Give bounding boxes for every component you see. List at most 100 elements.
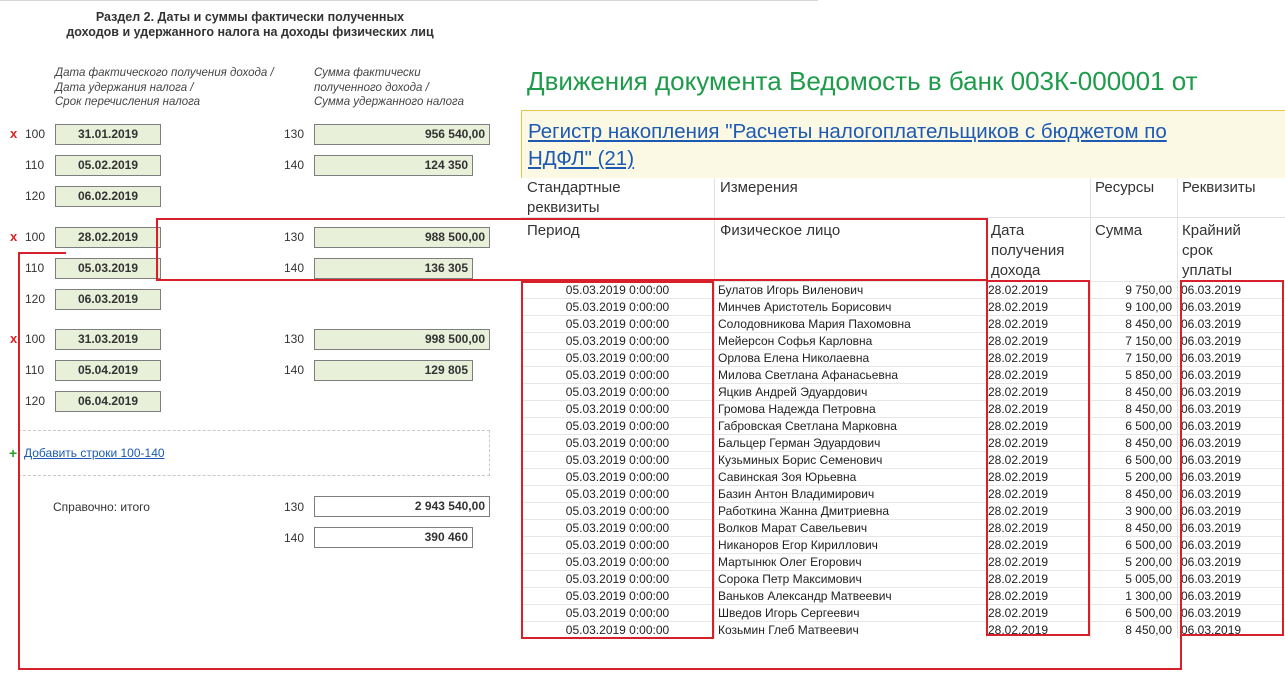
table-row[interactable]: 05.03.2019 0:00:00 Кузьминых Борис Семено…: [521, 451, 1285, 468]
cell-sum: 6 500,00: [1125, 606, 1172, 620]
table-row[interactable]: 05.03.2019 0:00:00 Орлова Елена Николаевн…: [521, 349, 1285, 366]
table-row[interactable]: 05.03.2019 0:00:00 Савинская Зоя Юрьевна 2…: [521, 468, 1285, 485]
register-link-line-2[interactable]: НДФЛ" (21): [528, 147, 634, 170]
tax-withhold-date-field[interactable]: 05.03.2019: [55, 258, 161, 279]
line-code-120: 120: [25, 394, 46, 408]
withheld-tax-sum-field[interactable]: 129 805: [314, 360, 473, 381]
column-header-period[interactable]: Период: [527, 221, 580, 241]
delete-block-2-icon[interactable]: x: [10, 229, 17, 244]
tax-transfer-deadline-field[interactable]: 06.02.2019: [55, 186, 161, 207]
plus-icon[interactable]: +: [9, 445, 17, 461]
table-row[interactable]: 05.03.2019 0:00:00 Габровская Светлана Ма…: [521, 417, 1285, 434]
income-date-field[interactable]: 28.02.2019: [55, 227, 161, 248]
table-row[interactable]: 05.03.2019 0:00:00 Яцкив Андрей Эдуардови…: [521, 383, 1285, 400]
cell-income-date: 28.02.2019: [988, 317, 1049, 331]
table-row[interactable]: 05.03.2019 0:00:00 Бальцер Герман Эдуардо…: [521, 434, 1285, 451]
total-code-140: 140: [284, 531, 305, 545]
cell-due-date: 06.03.2019: [1181, 436, 1242, 450]
cell-period: 05.03.2019 0:00:00: [565, 419, 670, 433]
table-row[interactable]: 05.03.2019 0:00:00 Мартынюк Олег Егорович…: [521, 553, 1285, 570]
cell-sum: 9 750,00: [1125, 283, 1172, 297]
cell-due-date: 06.03.2019: [1181, 419, 1242, 433]
table-row[interactable]: 05.03.2019 0:00:00 Сорока Петр Максимович…: [521, 570, 1285, 587]
column-header-income-date[interactable]: Дата получения дохода: [991, 221, 1064, 281]
highlight-connector: [18, 668, 1182, 670]
highlight-connector: [1180, 636, 1182, 670]
cell-sum: 1 300,00: [1125, 589, 1172, 603]
delete-block-1-icon[interactable]: x: [10, 126, 17, 141]
income-sum-field[interactable]: 956 540,00: [314, 124, 490, 145]
cell-sum: 8 450,00: [1125, 521, 1172, 535]
income-date-field[interactable]: 31.03.2019: [55, 329, 161, 350]
cell-person: Сорока Петр Максимович: [718, 572, 862, 586]
cell-income-date: 28.02.2019: [988, 538, 1049, 552]
cell-period: 05.03.2019 0:00:00: [565, 385, 670, 399]
income-sum-field[interactable]: 988 500,00: [314, 227, 490, 248]
cell-due-date: 06.03.2019: [1181, 521, 1242, 535]
cell-person: Мейерсон Софья Карловна: [718, 334, 873, 348]
cell-period: 05.03.2019 0:00:00: [565, 589, 670, 603]
table-row[interactable]: 05.03.2019 0:00:00 Милова Светлана Афанас…: [521, 366, 1285, 383]
tax-transfer-deadline-field[interactable]: 06.03.2019: [55, 289, 161, 310]
cell-person: Работкина Жанна Дмитриевна: [718, 504, 890, 518]
table-row[interactable]: 05.03.2019 0:00:00 Ваньков Александр Матв…: [521, 587, 1285, 604]
cell-period: 05.03.2019 0:00:00: [565, 487, 670, 501]
table-row[interactable]: 05.03.2019 0:00:00 Мейерсон Софья Карловн…: [521, 332, 1285, 349]
header-text: реквизиты: [527, 199, 600, 216]
column-header-person[interactable]: Физическое лицо: [720, 221, 840, 241]
tax-withhold-date-field[interactable]: 05.04.2019: [55, 360, 161, 381]
table-row[interactable]: 05.03.2019 0:00:00 Работкина Жанна Дмитри…: [521, 502, 1285, 519]
table-row[interactable]: 05.03.2019 0:00:00 Солодовникова Мария Па…: [521, 315, 1285, 332]
table-row[interactable]: 05.03.2019 0:00:00 Козьмин Глеб Матвеевич…: [521, 621, 1285, 638]
line-code-130: 130: [284, 127, 305, 141]
highlight-connector: [18, 252, 66, 254]
column-header-due-date[interactable]: Крайний срок уплаты: [1182, 221, 1241, 281]
top-divider: [0, 0, 818, 1]
register-link-line-1[interactable]: Регистр накопления "Расчеты налогоплател…: [528, 120, 1167, 143]
income-date-field[interactable]: 31.01.2019: [55, 124, 161, 145]
header-text: дохода: [991, 262, 1041, 279]
cell-due-date: 06.03.2019: [1181, 538, 1242, 552]
cell-sum: 6 500,00: [1125, 419, 1172, 433]
table-row[interactable]: 05.03.2019 0:00:00 Булатов Игорь Виленови…: [521, 281, 1285, 298]
cell-person: Бальцер Герман Эдуардович: [718, 436, 881, 450]
column-header-sum[interactable]: Сумма: [1095, 221, 1142, 241]
table-row[interactable]: 05.03.2019 0:00:00 Громова Надежда Петров…: [521, 400, 1285, 417]
cell-due-date: 06.03.2019: [1181, 572, 1242, 586]
cell-person: Габровская Светлана Марковна: [718, 419, 897, 433]
table-row[interactable]: 05.03.2019 0:00:00 Базин Антон Владимиров…: [521, 485, 1285, 502]
cell-due-date: 06.03.2019: [1181, 351, 1242, 365]
cell-period: 05.03.2019 0:00:00: [565, 555, 670, 569]
delete-block-3-icon[interactable]: x: [10, 331, 17, 346]
income-sum-field[interactable]: 998 500,00: [314, 329, 490, 350]
line-code-100: 100: [25, 332, 46, 346]
table-row[interactable]: 05.03.2019 0:00:00 Волков Марат Савельеви…: [521, 519, 1285, 536]
cell-sum: 6 500,00: [1125, 538, 1172, 552]
caption-line: Сумма удержанного налога: [314, 96, 464, 108]
table-row[interactable]: 05.03.2019 0:00:00 Шведов Игорь Сергеевич…: [521, 604, 1285, 621]
cell-income-date: 28.02.2019: [988, 300, 1049, 314]
dates-column-caption: Дата фактического получения дохода / Дат…: [55, 66, 274, 110]
withheld-tax-sum-field[interactable]: 136 305: [314, 258, 473, 279]
header-text: Стандартные: [527, 179, 621, 196]
header-attributes: Реквизиты: [1182, 179, 1256, 196]
cell-due-date: 06.03.2019: [1181, 334, 1242, 348]
table-row[interactable]: 05.03.2019 0:00:00 Минчев Аристотель Бори…: [521, 298, 1285, 315]
line-code-140: 140: [284, 158, 305, 172]
cell-sum: 5 200,00: [1125, 555, 1172, 569]
section-title-line-1: Раздел 2. Даты и суммы фактически получе…: [95, 10, 405, 24]
cell-period: 05.03.2019 0:00:00: [565, 334, 670, 348]
withheld-tax-sum-field[interactable]: 124 350: [314, 155, 473, 176]
tax-transfer-deadline-field[interactable]: 06.04.2019: [55, 391, 161, 412]
cell-income-date: 28.02.2019: [988, 572, 1049, 586]
register-link[interactable]: Регистр накопления "Расчеты налогоплател…: [528, 118, 1268, 172]
cell-income-date: 28.02.2019: [988, 504, 1049, 518]
header-text: получения: [991, 242, 1065, 259]
cell-sum: 8 450,00: [1125, 487, 1172, 501]
tax-withhold-date-field[interactable]: 05.02.2019: [55, 155, 161, 176]
table-row[interactable]: 05.03.2019 0:00:00 Никаноров Егор Кирилло…: [521, 536, 1285, 553]
cell-due-date: 06.03.2019: [1181, 487, 1242, 501]
cell-due-date: 06.03.2019: [1181, 555, 1242, 569]
add-rows-link[interactable]: Добавить строки 100-140: [24, 446, 165, 460]
caption-line: Дата фактического получения дохода /: [55, 67, 274, 79]
